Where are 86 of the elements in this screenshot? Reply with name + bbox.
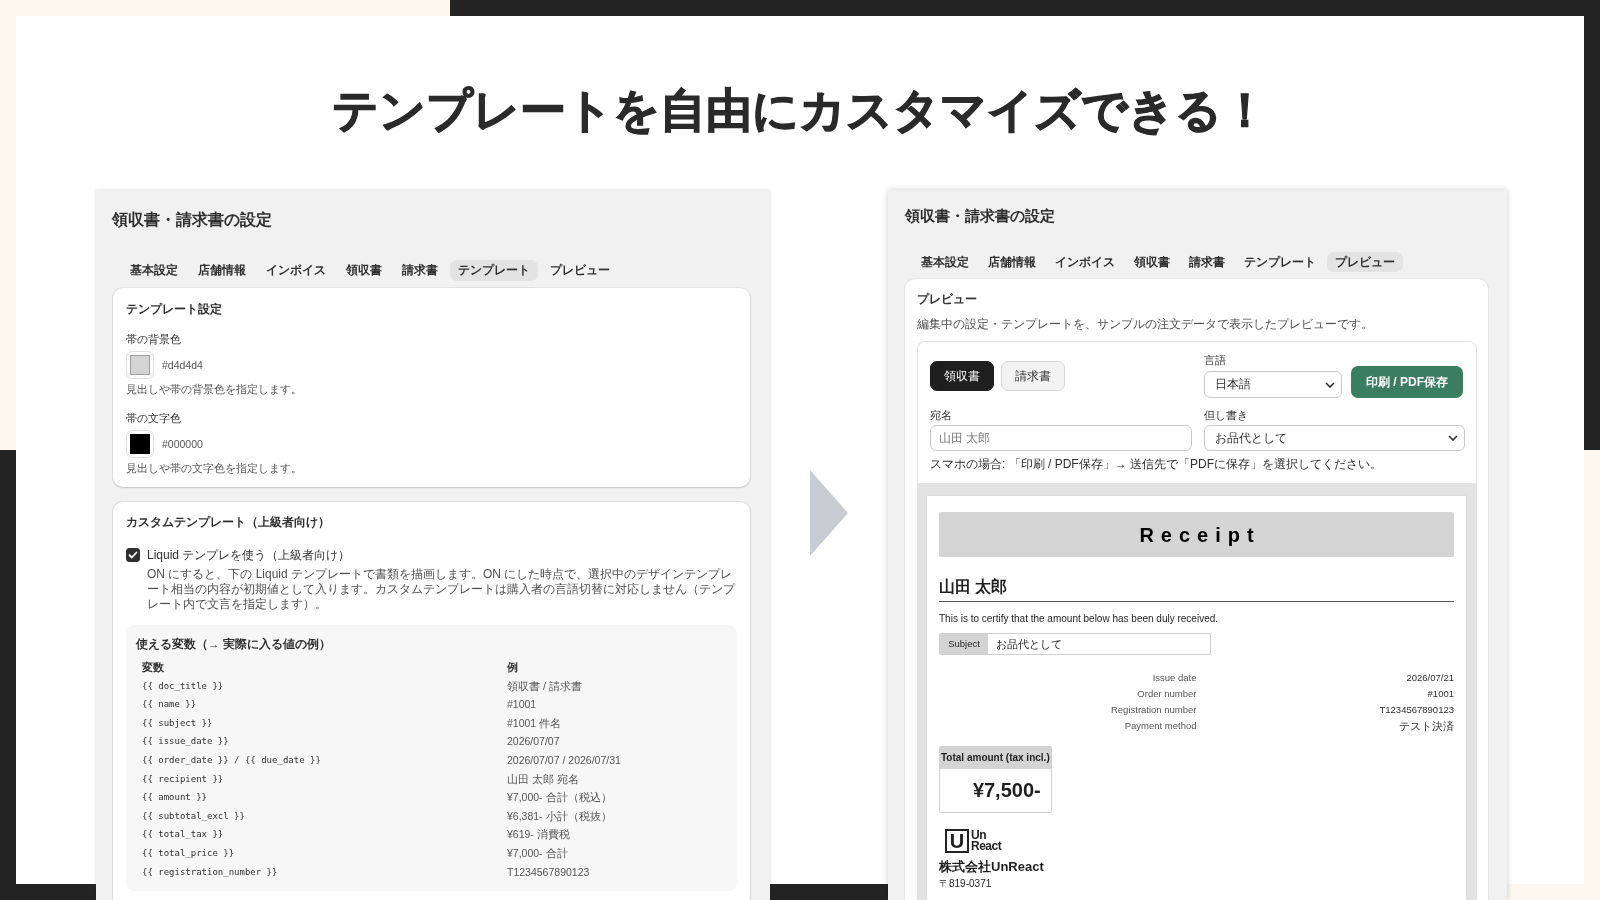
description-text: 編集中の設定・テンプレートを、サンプルの注文データで表示したプレビューです。 <box>917 317 1373 331</box>
recipient-field[interactable]: 山田 太郎 <box>930 425 1192 451</box>
detail-value: #1001 <box>1427 687 1454 701</box>
detail-value: T1234567890123 <box>1379 703 1454 717</box>
variable-name: {{ registration_number }} <box>142 865 278 879</box>
field-label: 但し書き <box>1204 409 1248 421</box>
variable-name: {{ order_date }} / {{ due_date }} <box>142 753 321 767</box>
document-type-button[interactable]: 領収書 <box>930 361 994 391</box>
recipient-name: 山田 太郎 <box>939 576 1454 602</box>
receipt-title: Receipt <box>939 512 1454 557</box>
postal-code: 〒819-0371 <box>939 877 992 890</box>
tab[interactable]: 店舗情報 <box>980 252 1044 272</box>
variable-name: {{ recipient }} <box>142 772 224 786</box>
example-value: T1234567890123 <box>507 864 590 880</box>
detail-label: Order number <box>1137 687 1197 701</box>
field-label: 帯の背景色 <box>126 332 181 346</box>
column-header: 変数 <box>142 660 164 675</box>
field-label: 帯の文字色 <box>126 411 181 425</box>
detail-value: 2026/07/21 <box>1406 671 1454 685</box>
detail-label: Payment method <box>1124 719 1197 733</box>
tab[interactable]: 請求書 <box>394 260 446 281</box>
chevron-down-icon <box>1325 381 1335 388</box>
arrow-icon <box>810 470 848 556</box>
tab[interactable]: 請求書 <box>1181 252 1233 272</box>
language-select[interactable]: 日本語 <box>1204 371 1342 398</box>
detail-label: Registration number <box>1110 703 1197 717</box>
tab[interactable]: インボイス <box>1047 252 1123 272</box>
field-label: 言語 <box>1204 354 1226 366</box>
tab[interactable]: 領収書 <box>338 260 390 281</box>
subject-value: お品代として <box>995 637 1062 652</box>
color-value: #000000 <box>162 437 203 451</box>
headline: テンプレートを自由にカスタマイズできる！ <box>332 83 1268 138</box>
tab[interactable]: テンプレート <box>450 260 538 281</box>
section-title: テンプレート設定 <box>126 301 222 317</box>
column-header: 例 <box>507 660 518 675</box>
example-value: 2026/07/07 / 2026/07/31 <box>507 752 621 768</box>
total-label: Total amount (tax incl.) <box>940 747 1051 769</box>
section-title: プレビュー <box>917 291 977 307</box>
section-title: カスタムテンプレート（上級者向け） <box>126 514 330 530</box>
help-text: 見出しや帯の背景色を指定します。 <box>126 382 302 396</box>
total-amount: ¥7,500- <box>971 778 1042 803</box>
proviso-select[interactable]: お品代として <box>1204 425 1465 451</box>
print-button[interactable]: 印刷 / PDF保存 <box>1351 366 1463 398</box>
variable-name: {{ subject }} <box>142 716 213 730</box>
statement-text: This is to certify that the amount below has been duly received. <box>939 612 1219 626</box>
variable-name: {{ issue_date }} <box>142 735 229 749</box>
tab[interactable]: 店舗情報 <box>190 260 254 281</box>
example-value: ¥619- 消費税 <box>507 827 570 843</box>
example-value: 山田 太郎 宛名 <box>507 771 579 787</box>
tab[interactable]: プレビュー <box>542 260 618 281</box>
variable-name: {{ total_tax }} <box>142 828 224 842</box>
example-value: ¥6,381- 小計（税抜） <box>507 808 612 824</box>
detail-label: Issue date <box>1152 671 1197 685</box>
note-text: スマホの場合: 「印刷 / PDF保存」→ 送信先で「PDFに保存」を選択してください。 <box>930 457 1382 471</box>
document-type-button[interactable]: 請求書 <box>1001 361 1065 391</box>
example-value: #1001 <box>507 697 537 713</box>
tab[interactable]: インボイス <box>258 260 334 281</box>
variable-name: {{ amount }} <box>142 791 208 805</box>
tab[interactable]: 基本設定 <box>913 252 977 272</box>
help-text: 見出しや帯の文字色を指定します。 <box>126 461 302 475</box>
subject-label: Subject <box>940 634 988 654</box>
description-text: ON にすると、下の Liquid テンプレートで書類を描画します。ON にした時点で、選択中のデザインテンプレート相当の内容が初期値として入ります。カスタムテンプレートは購入者の言語切替に対応しません（テンプレート内で文言を指定します）。 <box>147 567 737 612</box>
field-label: 宛名 <box>930 409 952 421</box>
example-value: ¥7,000- 合計（税込） <box>507 790 612 806</box>
checkmark-icon <box>128 550 138 560</box>
tab[interactable]: 領収書 <box>1126 252 1178 272</box>
page-title: 領収書・請求書の設定 <box>112 210 272 230</box>
color-value: #d4d4d4 <box>162 358 203 372</box>
variable-name: {{ doc_title }} <box>142 679 224 693</box>
tab[interactable]: テンプレート <box>1236 252 1324 272</box>
variable-name: {{ name }} <box>142 698 197 712</box>
company-name: 株式会社UnReact <box>939 858 1044 875</box>
example-value: 2026/07/07 <box>507 734 560 750</box>
tab[interactable]: プレビュー <box>1327 252 1403 272</box>
tab[interactable]: 基本設定 <box>122 260 186 281</box>
variable-name: {{ subtotal_excl }} <box>142 809 245 823</box>
example-value: #1001 件名 <box>507 715 562 731</box>
checkbox-label: Liquid テンプレを使う（上級者向け） <box>147 547 351 563</box>
example-value: 領収書 / 請求書 <box>507 678 582 694</box>
panel-heading: 使える変数（→ 実際に入る値の例） <box>136 637 331 651</box>
checkbox[interactable] <box>126 548 140 562</box>
detail-value: テスト決済 <box>1399 719 1454 734</box>
example-value: ¥7,000- 合計 <box>507 845 568 861</box>
page-title: 領収書・請求書の設定 <box>905 206 1055 226</box>
chevron-down-icon <box>1448 435 1458 441</box>
variable-name: {{ total_price }} <box>142 846 235 860</box>
